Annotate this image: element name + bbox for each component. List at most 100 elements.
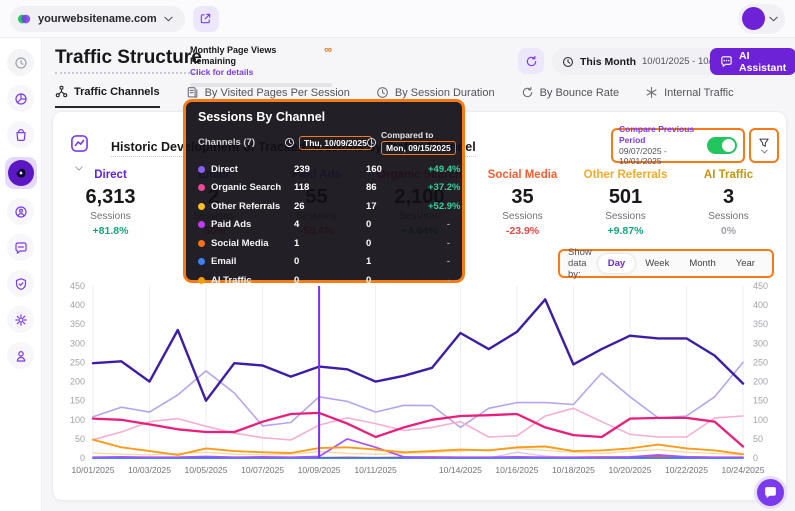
stat-change: +81.8% (59, 225, 162, 237)
sessions-line-chart[interactable]: 0050501001001501502002002502503003003503… (59, 280, 781, 485)
tab-4[interactable]: Internal Traffic (645, 85, 734, 108)
stat-ai-traffic[interactable]: AI Traffic 3 Sessions 0% (677, 169, 780, 237)
visited-pages-icon (186, 86, 199, 99)
granularity-day[interactable]: Day (598, 254, 635, 273)
sidebar (0, 38, 42, 511)
internal-traffic-icon (645, 86, 658, 99)
svg-text:100: 100 (753, 415, 768, 425)
pageviews-details-link[interactable]: Click for details (190, 67, 324, 77)
tooltip-row-social-media: Social Media 1 0 - (198, 234, 450, 253)
svg-text:10/24/2025: 10/24/2025 (721, 465, 764, 475)
svg-text:300: 300 (70, 338, 85, 348)
tooltip-current-date: Thu, 10/09/2025 (299, 136, 372, 150)
svg-text:0: 0 (80, 453, 85, 463)
clock-icon (284, 137, 295, 148)
website-name: yourwebsitename.com (38, 13, 157, 25)
app: yourwebsitename.com Traffic Structure Mo… (0, 0, 795, 511)
sidebar-item-audience[interactable] (7, 198, 34, 225)
sidebar-item-active[interactable] (5, 157, 37, 189)
compare-previous-period: Compare Previous Period 09/07/2025 - 10/… (611, 128, 745, 163)
svg-text:10/01/2025: 10/01/2025 (71, 465, 114, 475)
user-pin-icon (14, 349, 28, 363)
session-duration-icon (376, 86, 389, 99)
stat-other-referrals[interactable]: Other Referrals 501 Sessions +9.87% (574, 169, 677, 237)
audience-icon (14, 205, 28, 219)
stat-social-media[interactable]: Social Media 35 Sessions -23.9% (471, 169, 574, 237)
tooltip-title: Sessions By Channel (198, 110, 450, 124)
tooltip-row-other-referrals: Other Referrals 26 17 +52.9% (198, 197, 450, 216)
svg-text:400: 400 (753, 300, 768, 310)
stat-direct[interactable]: Direct 6,313 Sessions +81.8% (59, 169, 162, 237)
website-selector[interactable]: yourwebsitename.com (10, 6, 185, 32)
sidebar-item-user-pin[interactable] (7, 342, 34, 369)
chat-feedback-icon (14, 241, 28, 255)
tooltip-row-ai-traffic: AI Traffic 0 0 - (198, 271, 450, 290)
filter-button[interactable] (749, 128, 779, 163)
shield-icon (14, 277, 28, 291)
sidebar-item-chat-feedback[interactable] (7, 234, 34, 261)
svg-text:400: 400 (70, 300, 85, 310)
sidebar-item-gear[interactable] (7, 306, 34, 333)
chart-tooltip: Sessions By Channel Channels (7) Thu, 10… (183, 99, 465, 283)
granularity-month[interactable]: Month (679, 254, 725, 273)
tab-label: Traffic Channels (74, 86, 160, 98)
stat-change: +9.87% (574, 225, 677, 237)
channel-dot (198, 203, 205, 210)
stat-value: 3 (677, 186, 780, 209)
svg-text:10/03/2025: 10/03/2025 (128, 465, 171, 475)
tab-label: By Session Duration (395, 87, 495, 99)
stat-value: 501 (574, 186, 677, 209)
svg-text:10/14/2025: 10/14/2025 (439, 465, 482, 475)
svg-text:450: 450 (753, 281, 768, 291)
topbar: yourwebsitename.com (0, 0, 795, 38)
open-website-button[interactable] (193, 6, 219, 32)
support-chat-button[interactable] (754, 476, 787, 509)
granularity-year[interactable]: Year (726, 254, 765, 273)
tab-3[interactable]: By Bounce Rate (521, 85, 620, 108)
svg-text:10/09/2025: 10/09/2025 (298, 465, 341, 475)
granularity-week[interactable]: Week (635, 254, 679, 273)
svg-text:10/05/2025: 10/05/2025 (184, 465, 227, 475)
svg-text:100: 100 (70, 415, 85, 425)
channel-dot (198, 277, 205, 284)
svg-text:250: 250 (70, 357, 85, 367)
sidebar-item-shield[interactable] (7, 270, 34, 297)
site-favicon (17, 12, 31, 26)
svg-text:200: 200 (70, 377, 85, 387)
svg-text:250: 250 (753, 357, 768, 367)
compare-range: 09/07/2025 - 10/01/2025 (619, 146, 700, 167)
chart-box-icon (70, 134, 89, 153)
ai-assistant-label: AI Assistant (739, 50, 786, 74)
pageviews-remaining-value: ∞ (324, 45, 332, 56)
period-label: This Month (580, 56, 636, 68)
filter-funnel-icon (758, 137, 770, 149)
svg-text:150: 150 (753, 396, 768, 406)
channel-dot (198, 221, 205, 228)
tab-0[interactable]: Traffic Channels (55, 85, 160, 108)
svg-text:10/20/2025: 10/20/2025 (608, 465, 651, 475)
ai-assistant-button[interactable]: AI Assistant (710, 48, 795, 75)
user-menu[interactable] (738, 4, 785, 34)
tab-label: By Visited Pages Per Session (205, 87, 350, 99)
pageviews-widget[interactable]: Monthly Page Views Remaining Click for d… (190, 45, 332, 87)
tooltip-rows: Direct 239 160 +49.4% Organic Search 118… (198, 160, 450, 290)
stat-value: 6,313 (59, 186, 162, 209)
show-data-by-label: Show data by: (568, 247, 592, 280)
sidebar-item-history[interactable] (7, 49, 34, 76)
tab-label: Internal Traffic (664, 87, 734, 99)
refresh-button[interactable] (518, 48, 544, 74)
svg-text:0: 0 (753, 453, 758, 463)
channel-dot (198, 258, 205, 265)
stat-sessions-label: Sessions (574, 211, 677, 222)
tab-label: By Bounce Rate (540, 87, 620, 99)
svg-text:10/16/2025: 10/16/2025 (495, 465, 538, 475)
svg-text:10/18/2025: 10/18/2025 (552, 465, 595, 475)
orders-bag-icon (14, 128, 28, 142)
compare-toggle[interactable] (707, 137, 737, 154)
sidebar-item-orders-bag[interactable] (7, 121, 34, 148)
main-content: Traffic Structure Monthly Page Views Rem… (42, 38, 795, 511)
stat-name: AI Traffic (677, 169, 780, 181)
chevron-down-icon (164, 16, 173, 22)
svg-text:10/07/2025: 10/07/2025 (241, 465, 284, 475)
sidebar-item-pie-chart[interactable] (7, 85, 34, 112)
